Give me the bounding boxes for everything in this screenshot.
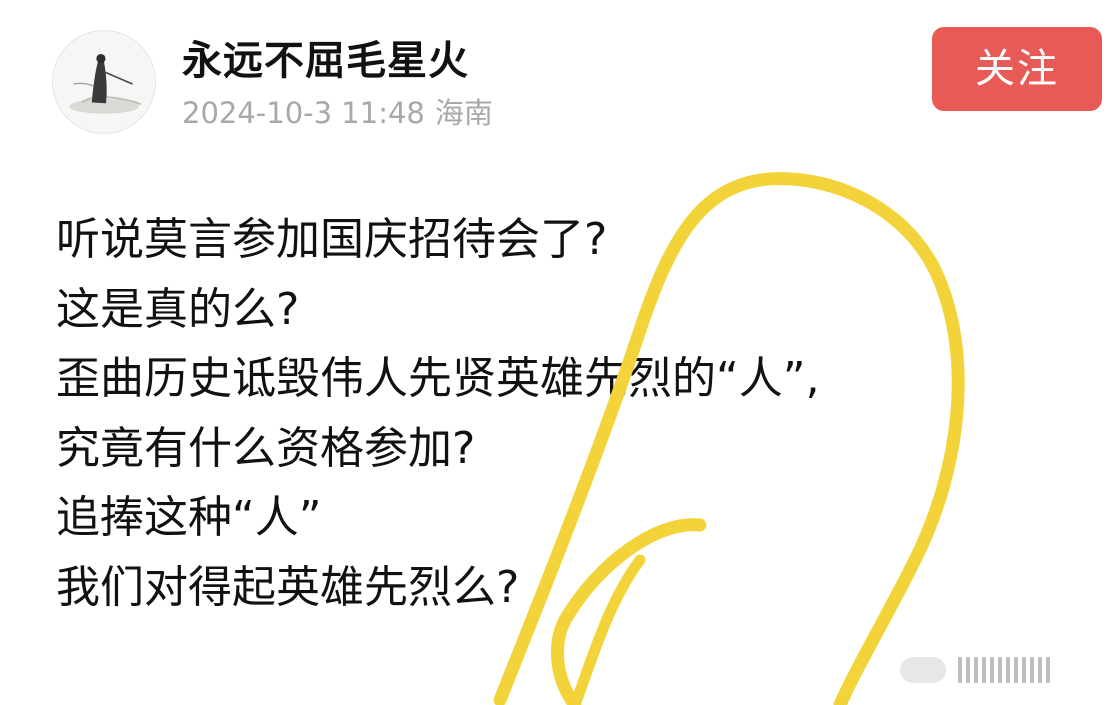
watermark-bar: [958, 657, 962, 683]
watermark-bar: [998, 657, 1002, 683]
watermark-bar: [1038, 657, 1042, 683]
watermark-bar: [1022, 657, 1026, 683]
watermark-bar: [974, 657, 978, 683]
post-line: 追捧这种“人”: [56, 492, 322, 543]
watermark-pill: [900, 657, 946, 683]
post-location: 海南: [434, 96, 493, 130]
post-content: 听说莫言参加国庆招待会了? 这是真的么? 歪曲历史诋毁伟人先贤英雄先烈的“人”,…: [56, 205, 1056, 622]
post-line: 我们对得起英雄先烈么?: [56, 561, 520, 613]
author-avatar[interactable]: [52, 30, 156, 134]
author-name[interactable]: 永远不屈毛星火: [182, 33, 469, 89]
watermark-strip: [900, 652, 1090, 688]
follow-button[interactable]: 关注: [932, 27, 1102, 111]
post-line: 究竟有什么资格参加?: [56, 422, 476, 474]
watermark-bar: [1030, 657, 1034, 683]
watermark-bar: [966, 657, 970, 683]
post-line: 歪曲历史诋毁伟人先贤英雄先烈的“人”,: [56, 353, 820, 404]
post-line: 听说莫言参加国庆招待会了?: [56, 214, 608, 265]
post-line: 这是真的么?: [56, 283, 300, 335]
watermark-bar: [990, 657, 994, 683]
watermark-bar: [1006, 657, 1010, 683]
post-meta: 2024-10-3 11:48 海南: [182, 92, 493, 134]
watermark-bar: [982, 657, 986, 683]
watermark-bar: [1014, 657, 1018, 683]
ink-figure-icon: [53, 31, 155, 133]
watermark-bar: [1046, 657, 1050, 683]
post-timestamp: 2024-10-3 11:48: [182, 96, 425, 130]
